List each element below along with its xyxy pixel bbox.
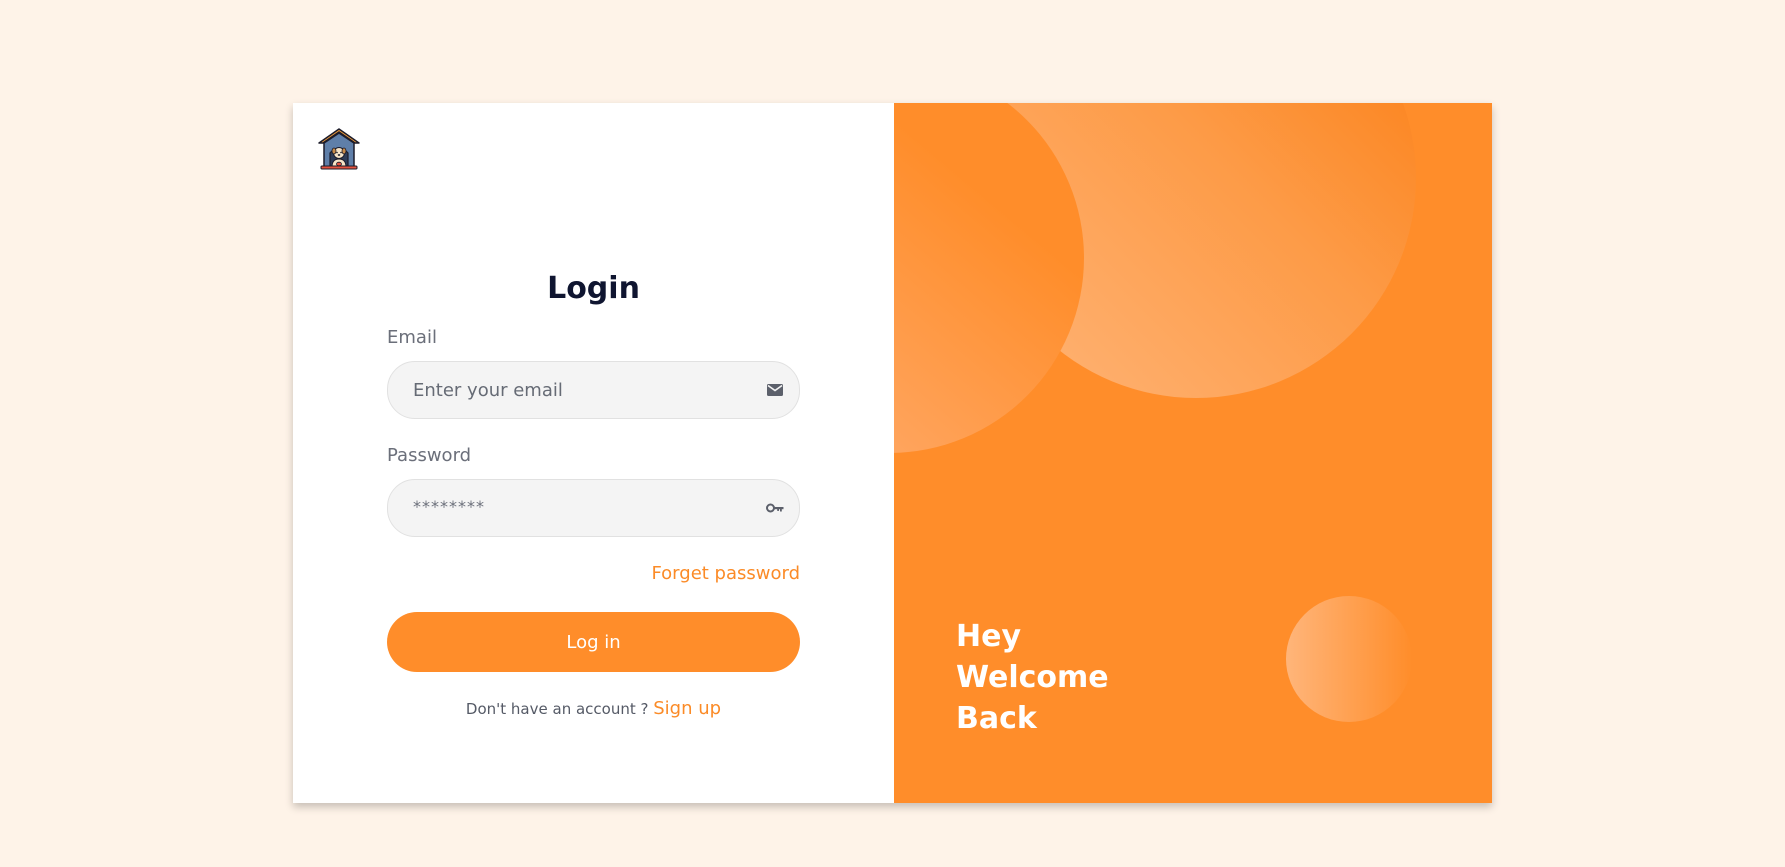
- email-label: Email: [387, 327, 437, 348]
- forgot-password-link[interactable]: Forget password: [387, 563, 800, 585]
- decorative-circle-medium: [894, 103, 1084, 453]
- password-value: ********: [413, 497, 485, 516]
- welcome-line-1: Hey: [956, 619, 1022, 654]
- password-label: Password: [387, 445, 472, 466]
- login-form: Login Email Password ******** Fo: [387, 271, 800, 719]
- email-input[interactable]: [388, 362, 799, 418]
- login-button[interactable]: Log in: [387, 612, 800, 672]
- key-icon: [766, 503, 784, 513]
- welcome-line-3: Back: [956, 701, 1037, 736]
- welcome-line-2: Welcome: [956, 660, 1109, 695]
- doghouse-logo-icon: [318, 128, 360, 170]
- login-card: Login Email Password ******** Fo: [293, 103, 1492, 803]
- decorative-circle-small: [1286, 596, 1412, 722]
- mail-icon: [767, 384, 783, 396]
- password-field[interactable]: ********: [387, 479, 800, 537]
- email-field-wrapper: [387, 361, 800, 419]
- no-account-text: Don't have an account ?: [465, 700, 649, 718]
- signup-row: Don't have an account ? Sign up: [387, 698, 800, 719]
- welcome-panel: Hey Welcome Back: [894, 103, 1492, 803]
- login-title: Login: [547, 271, 640, 306]
- signup-link[interactable]: Sign up: [653, 698, 721, 719]
- welcome-text: Hey Welcome Back: [956, 616, 1109, 739]
- login-panel: Login Email Password ******** Fo: [293, 103, 894, 803]
